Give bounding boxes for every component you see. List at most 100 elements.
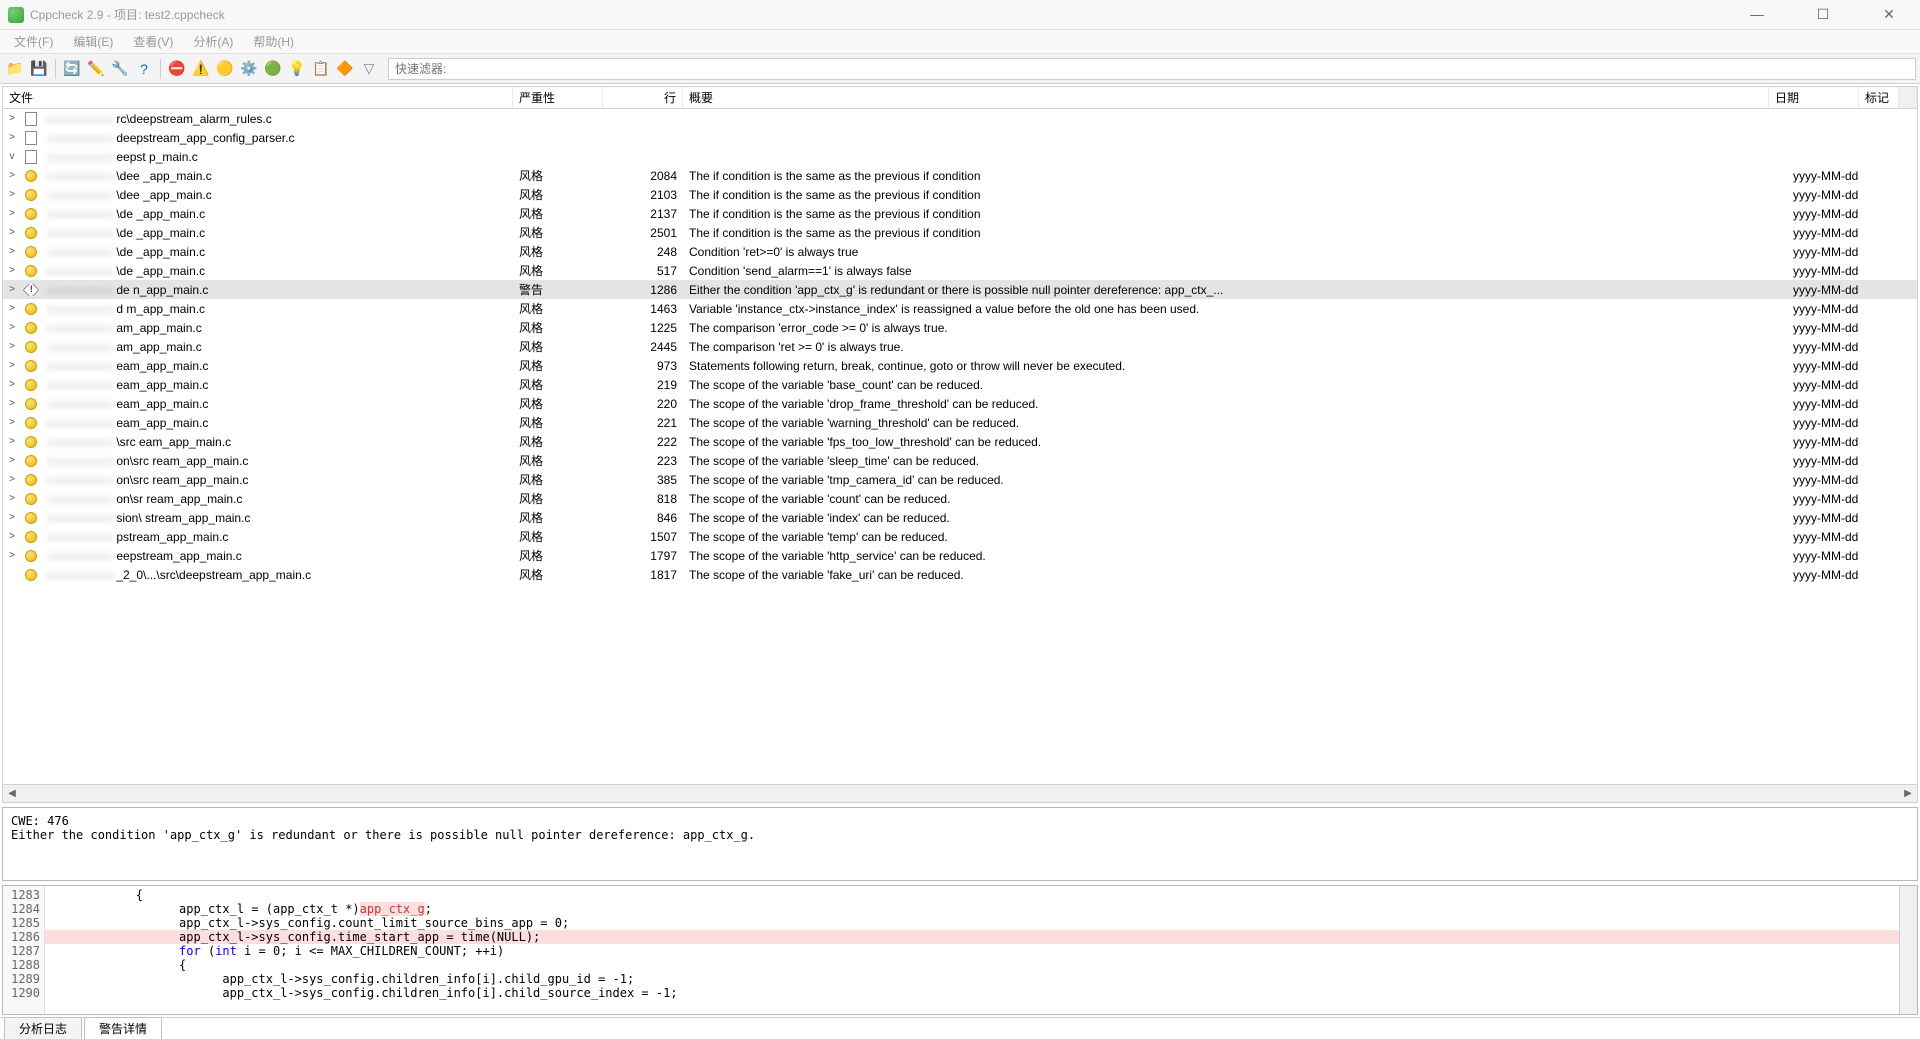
table-row[interactable]: >xxxxxxxxxxx eam_app_main.c风格221The scop…	[3, 413, 1917, 432]
code-lines[interactable]: { app_ctx_l = (app_ctx_t *)app_ctx_g; ap…	[45, 886, 1899, 1014]
table-row[interactable]: >xxxxxxxxxxx on\src ream_app_main.c风格223…	[3, 451, 1917, 470]
minimize-button[interactable]: —	[1734, 6, 1780, 23]
table-row[interactable]: >xxxxxxxxxxx on\sr ream_app_main.c风格818T…	[3, 489, 1917, 508]
scroll-left-icon[interactable]: ◀	[3, 788, 21, 799]
scroll-right-icon[interactable]: ▶	[1899, 788, 1917, 799]
table-row[interactable]: >xxxxxxxxxxx de n_app_main.c警告1286Either…	[3, 280, 1917, 299]
line-cell: 517	[603, 264, 683, 278]
table-row[interactable]: >xxxxxxxxxxx eam_app_main.c风格219The scop…	[3, 375, 1917, 394]
wrench-icon[interactable]: 🔧	[109, 58, 131, 80]
menu-view[interactable]: 查看(V)	[123, 33, 183, 50]
table-row[interactable]: >xxxxxxxxxxx sion\ stream_app_main.c风格84…	[3, 508, 1917, 527]
expand-icon[interactable]: >	[3, 512, 21, 523]
col-summary[interactable]: 概要	[683, 87, 1769, 108]
expand-icon[interactable]: >	[3, 284, 21, 295]
table-row[interactable]: >xxxxxxxxxxx pstream_app_main.c风格1507The…	[3, 527, 1917, 546]
expand-icon[interactable]: >	[3, 208, 21, 219]
line-cell: 248	[603, 245, 683, 259]
date-cell: yyyy-MM-dd	[1787, 549, 1877, 563]
col-file[interactable]: 文件	[3, 87, 513, 108]
close-button[interactable]: ✕	[1866, 6, 1912, 23]
save-icon[interactable]: 💾	[28, 58, 50, 80]
expand-icon[interactable]: >	[3, 227, 21, 238]
filter-icon[interactable]: ▽	[358, 58, 380, 80]
expand-icon[interactable]: >	[3, 379, 21, 390]
table-row[interactable]: >xxxxxxxxxxx eepstream_app_main.c风格1797T…	[3, 546, 1917, 565]
table-row[interactable]: >xxxxxxxxxxx \de _app_main.c风格2501The if…	[3, 223, 1917, 242]
code-vertical-scrollbar[interactable]	[1899, 886, 1917, 1014]
style-icon	[21, 246, 41, 258]
table-row[interactable]: >xxxxxxxxxxx \de _app_main.c风格2137The if…	[3, 204, 1917, 223]
table-row[interactable]: >xxxxxxxxxxx eam_app_main.c风格973Statemen…	[3, 356, 1917, 375]
table-row[interactable]: >xxxxxxxxxxx rc\deepstream_alarm_rules.c	[3, 109, 1917, 128]
menu-edit[interactable]: 编辑(E)	[63, 33, 123, 50]
expand-icon[interactable]: >	[3, 360, 21, 371]
info-filter-icon[interactable]: 💡	[286, 58, 308, 80]
expand-icon[interactable]: >	[3, 132, 21, 143]
portability-filter-icon[interactable]: 📋	[310, 58, 332, 80]
table-row[interactable]: >xxxxxxxxxxx \de _app_main.c风格248Conditi…	[3, 242, 1917, 261]
col-date[interactable]: 日期	[1769, 87, 1859, 108]
table-row[interactable]: >xxxxxxxxxxx on\src ream_app_main.c风格385…	[3, 470, 1917, 489]
col-severity[interactable]: 严重性	[513, 87, 603, 108]
tab-analysis-log[interactable]: 分析日志	[4, 1017, 82, 1039]
gear-icon[interactable]: ⚙️	[238, 58, 260, 80]
col-line[interactable]: 行	[603, 87, 683, 108]
warning-filter-icon[interactable]: ⚠️	[190, 58, 212, 80]
error-filter-icon[interactable]: ⛔	[166, 58, 188, 80]
horizontal-scrollbar[interactable]: ◀ ▶	[3, 784, 1917, 802]
summary-cell: Variable 'instance_ctx->instance_index' …	[683, 302, 1787, 316]
expand-icon[interactable]: >	[3, 531, 21, 542]
table-row[interactable]: >xxxxxxxxxxx am_app_main.c风格1225The comp…	[3, 318, 1917, 337]
reload-icon[interactable]: 🔄	[61, 58, 83, 80]
open-icon[interactable]: 📁	[4, 58, 26, 80]
expand-icon[interactable]: >	[3, 265, 21, 276]
performance-filter-icon[interactable]: 🟢	[262, 58, 284, 80]
table-row[interactable]: >xxxxxxxxxxx \src eam_app_main.c风格222The…	[3, 432, 1917, 451]
table-row[interactable]: >xxxxxxxxxxx \dee _app_main.c风格2103The i…	[3, 185, 1917, 204]
style-filter-icon[interactable]: 🟡	[214, 58, 236, 80]
maximize-button[interactable]: ☐	[1800, 6, 1846, 23]
expand-icon[interactable]: >	[3, 398, 21, 409]
pencil-icon[interactable]: ✏️	[85, 58, 107, 80]
expand-icon[interactable]: >	[3, 322, 21, 333]
line-cell: 1225	[603, 321, 683, 335]
table-body[interactable]: >xxxxxxxxxxx rc\deepstream_alarm_rules.c…	[3, 109, 1917, 784]
table-row[interactable]: >xxxxxxxxxxx deepstream_app_config_parse…	[3, 128, 1917, 147]
table-row[interactable]: >xxxxxxxxxxx \dee _app_main.c风格2084The i…	[3, 166, 1917, 185]
quick-filter-input[interactable]	[388, 58, 1916, 80]
expand-icon[interactable]: >	[3, 246, 21, 257]
expand-icon[interactable]: >	[3, 189, 21, 200]
line-cell: 2137	[603, 207, 683, 221]
table-row[interactable]: vxxxxxxxxxxx eepst p_main.c	[3, 147, 1917, 166]
help-icon[interactable]: ?	[133, 58, 155, 80]
expand-icon[interactable]: >	[3, 341, 21, 352]
expand-icon[interactable]: >	[3, 550, 21, 561]
table-row[interactable]: >xxxxxxxxxxx eam_app_main.c风格220The scop…	[3, 394, 1917, 413]
menu-file[interactable]: 文件(F)	[4, 33, 63, 50]
expand-icon[interactable]: >	[3, 417, 21, 428]
line-cell: 818	[603, 492, 683, 506]
line-number: 1288	[3, 958, 40, 972]
table-row[interactable]: >xxxxxxxxxxx \de _app_main.c风格517Conditi…	[3, 261, 1917, 280]
style-icon	[25, 322, 37, 334]
expand-icon[interactable]: >	[3, 436, 21, 447]
table-row[interactable]: xxxxxxxxxxx _2_0\...\src\deepstream_app_…	[3, 565, 1917, 584]
expand-icon[interactable]: >	[3, 303, 21, 314]
expand-icon[interactable]: >	[3, 493, 21, 504]
expand-icon[interactable]: >	[3, 170, 21, 181]
col-mark[interactable]: 标记	[1859, 87, 1899, 108]
summary-cell: Condition 'ret>=0' is always true	[683, 245, 1787, 259]
menu-analysis[interactable]: 分析(A)	[183, 33, 243, 50]
expand-icon[interactable]: >	[3, 113, 21, 124]
expand-icon[interactable]: >	[3, 455, 21, 466]
menu-help[interactable]: 帮助(H)	[243, 33, 304, 50]
expand-icon[interactable]: >	[3, 474, 21, 485]
project-icon[interactable]: 🔶	[334, 58, 356, 80]
date-cell: yyyy-MM-dd	[1787, 169, 1877, 183]
table-row[interactable]: >xxxxxxxxxxx am_app_main.c风格2445The comp…	[3, 337, 1917, 356]
tab-warning-detail[interactable]: 警告详情	[84, 1017, 162, 1039]
summary-cell: Either the condition 'app_ctx_g' is redu…	[683, 283, 1787, 297]
table-row[interactable]: >xxxxxxxxxxx d m_app_main.c风格1463Variabl…	[3, 299, 1917, 318]
expand-icon[interactable]: v	[3, 151, 21, 162]
